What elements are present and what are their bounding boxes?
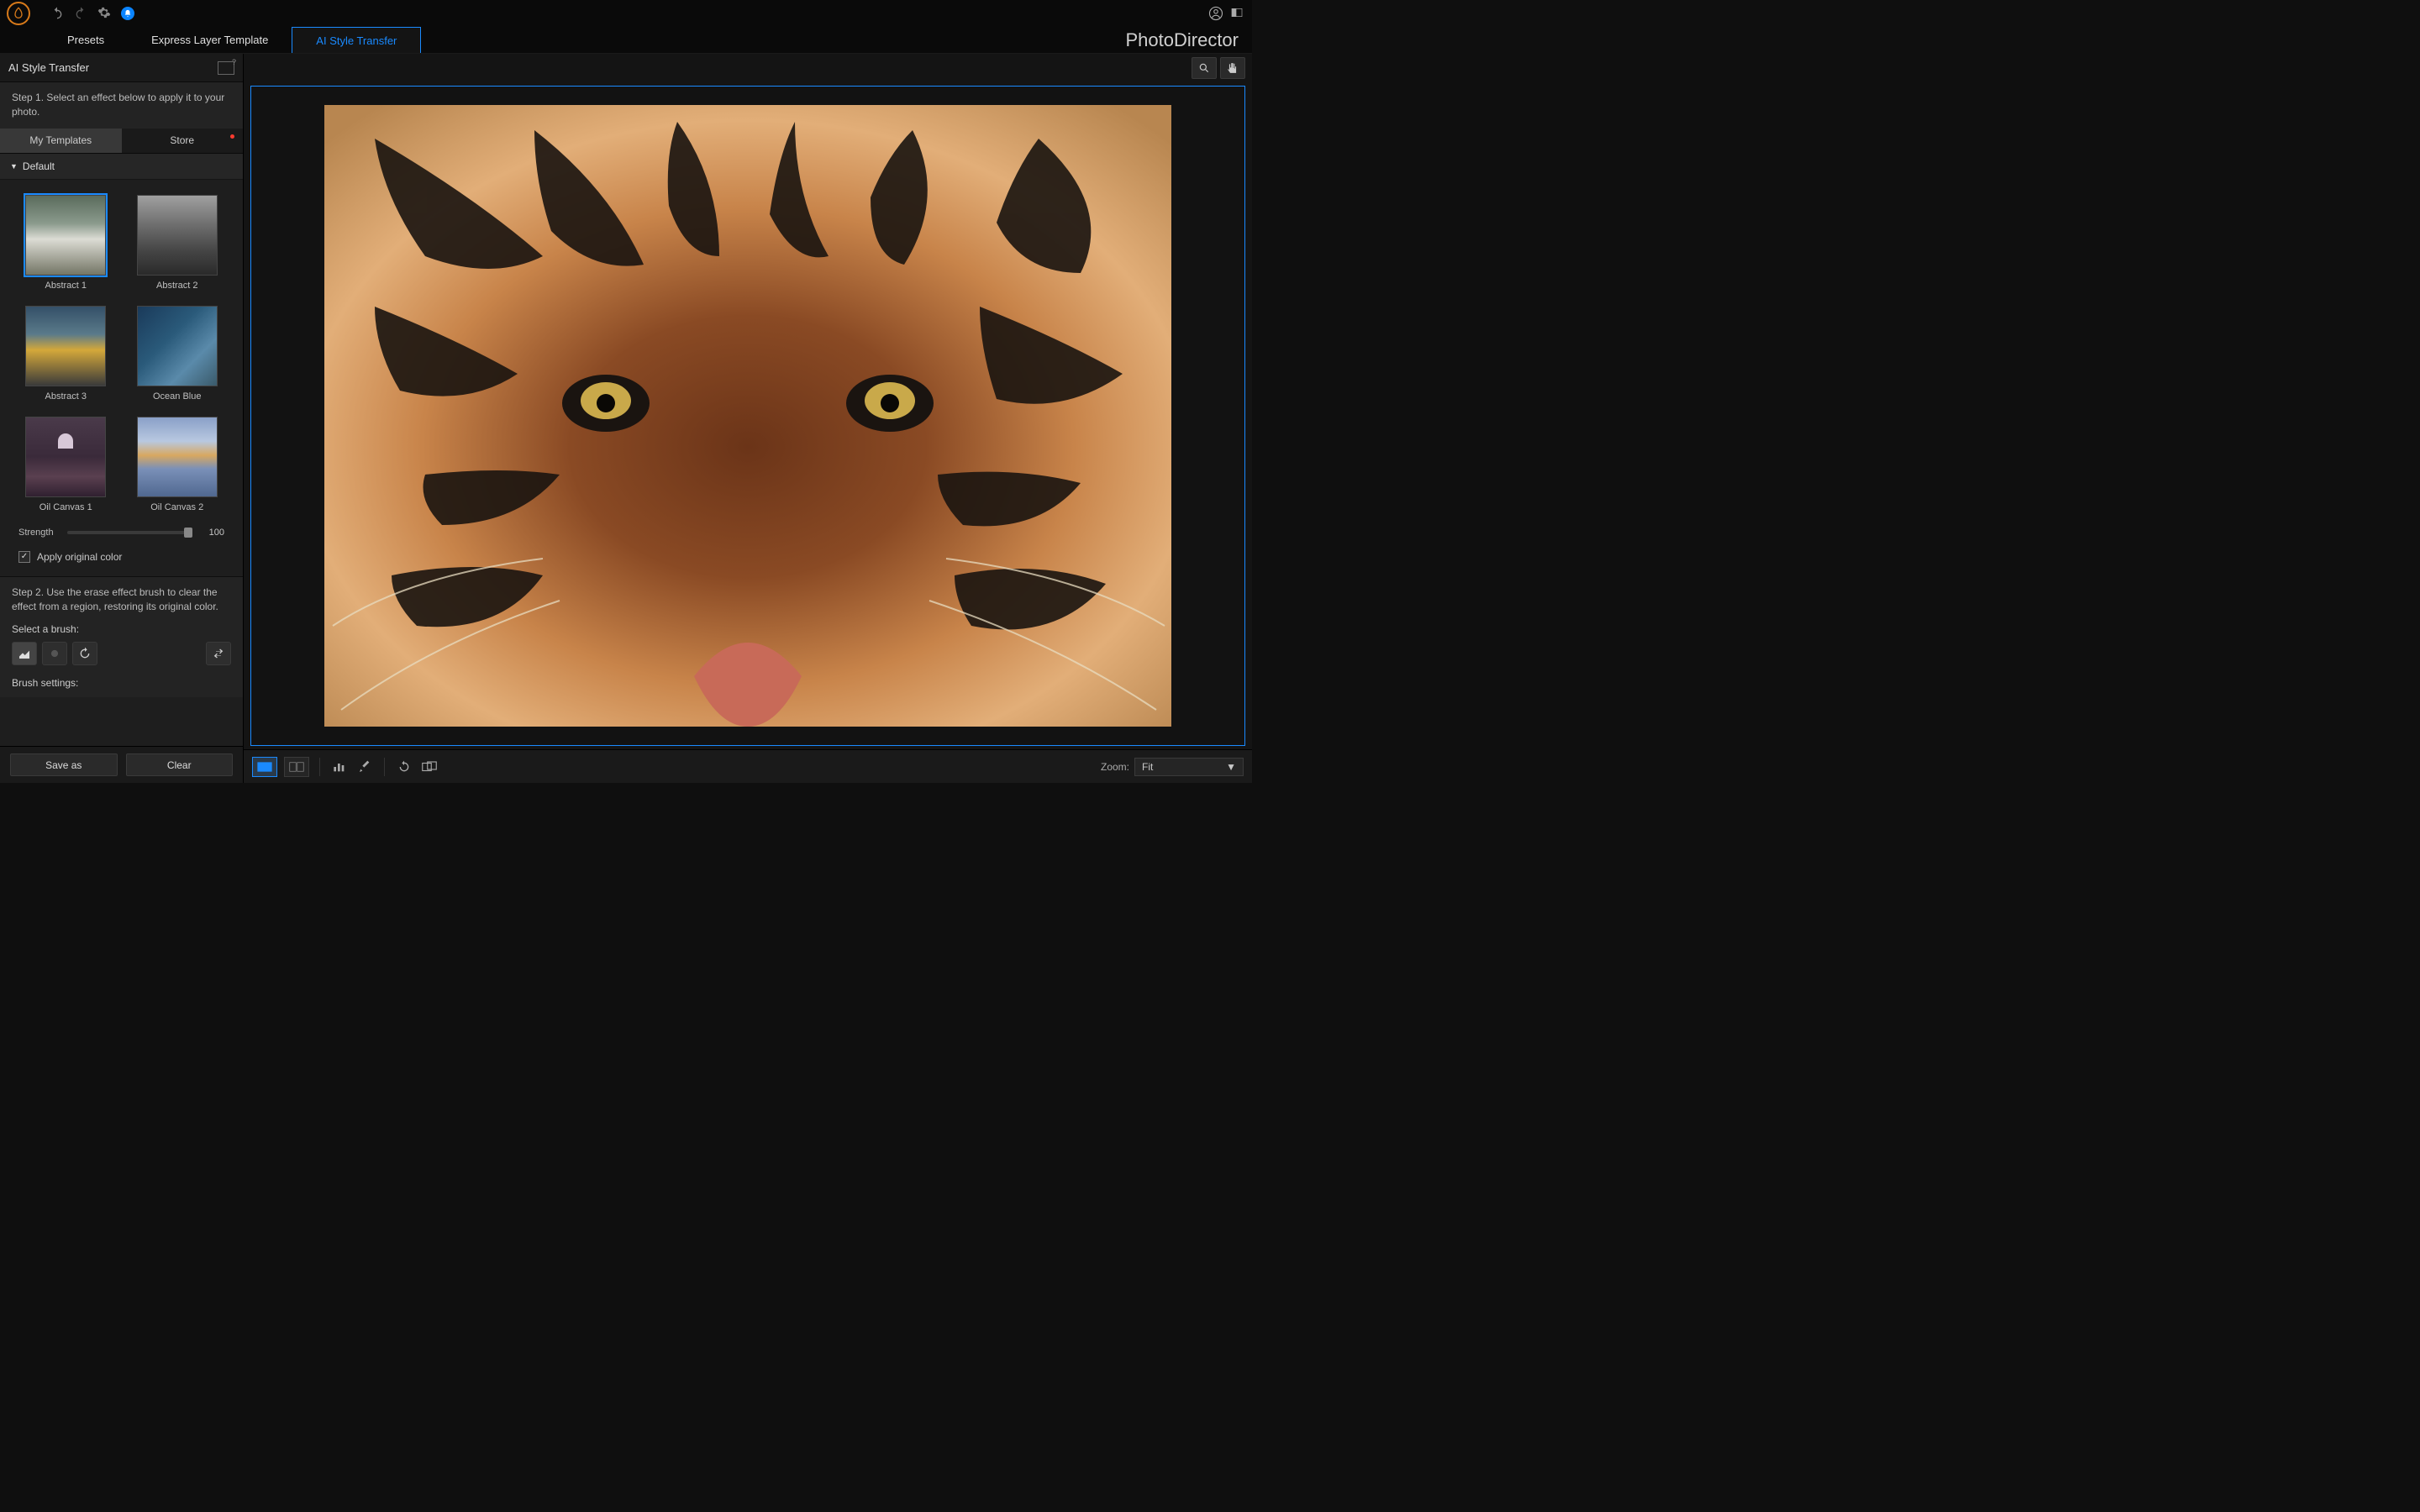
sidebar-title: AI Style Transfer [8,61,89,74]
template-label: Oil Canvas 2 [150,502,203,512]
view-split-icon[interactable] [284,757,309,777]
zoom-tool-icon[interactable] [1192,57,1217,79]
template-label: Oil Canvas 1 [39,502,92,512]
group-label: Default [23,160,55,172]
template-label: Abstract 1 [45,281,87,291]
template-abstract-2[interactable]: Abstract 2 [130,195,225,291]
clear-button[interactable]: Clear [126,753,234,776]
save-as-button[interactable]: Save as [10,753,118,776]
template-abstract-3[interactable]: Abstract 3 [18,306,113,402]
strength-value: 100 [201,528,224,538]
undo-icon[interactable] [50,6,66,21]
sidebar: AI Style Transfer Step 1. Select an effe… [0,54,244,783]
canvas-area: Zoom: Fit ▼ [244,54,1252,783]
template-ocean-blue[interactable]: Ocean Blue [130,306,225,402]
strength-slider[interactable] [67,531,192,534]
app-logo [7,2,30,25]
brush-swap-icon[interactable] [206,642,231,665]
template-oil-canvas-2[interactable]: Oil Canvas 2 [130,417,225,512]
group-default[interactable]: ▼ Default [0,154,243,180]
subtab-store[interactable]: Store [122,129,244,154]
subtab-my-templates[interactable]: My Templates [0,129,122,154]
step1-text: Step 1. Select an effect below to apply … [0,82,243,129]
compare-icon[interactable] [420,758,439,776]
view-single-icon[interactable] [252,757,277,777]
chevron-down-icon: ▼ [1226,761,1236,773]
popout-icon[interactable] [218,61,234,75]
main-tabs: Presets Express Layer Template AI Style … [0,27,1252,54]
strength-label: Strength [18,528,59,538]
template-thumb [25,306,106,386]
slider-thumb[interactable] [184,528,192,538]
tab-express-layer-template[interactable]: Express Layer Template [128,27,292,53]
template-label: Ocean Blue [153,391,201,402]
rotate-icon[interactable] [395,758,413,776]
template-thumb [25,417,106,497]
checkbox-icon [18,551,30,563]
pan-tool-icon[interactable] [1220,57,1245,79]
fullscreen-icon[interactable] [1230,6,1245,21]
canvas-image [324,105,1171,727]
brush-restore-icon[interactable] [72,642,97,665]
template-thumb [137,195,218,276]
chevron-down-icon: ▼ [10,162,18,171]
redo-icon[interactable] [74,6,89,21]
template-abstract-1[interactable]: Abstract 1 [18,195,113,291]
histogram-icon[interactable] [330,758,349,776]
step2-text: Step 2. Use the erase effect brush to cl… [12,585,231,615]
tab-ai-style-transfer[interactable]: AI Style Transfer [292,27,421,53]
tab-presets[interactable]: Presets [44,27,128,53]
brush-settings-label: Brush settings: [12,677,231,689]
template-thumb [25,195,106,276]
image-viewport[interactable] [250,86,1245,746]
template-thumb [137,417,218,497]
sidebar-header: AI Style Transfer [0,54,243,82]
title-bar [0,0,1252,27]
brush-erase-icon[interactable] [42,642,67,665]
select-brush-label: Select a brush: [12,623,231,635]
zoom-label: Zoom: [1101,761,1129,773]
store-badge [230,134,234,139]
account-icon[interactable] [1208,6,1223,21]
notification-icon[interactable] [121,7,134,20]
brush-effect-icon[interactable] [12,642,37,665]
brand-label: PhotoDirector [1125,27,1239,53]
template-oil-canvas-1[interactable]: Oil Canvas 1 [18,417,113,512]
apply-original-color-checkbox[interactable]: Apply original color [0,543,243,576]
brush-icon[interactable] [355,758,374,776]
checkbox-label: Apply original color [37,551,122,563]
template-thumb [137,306,218,386]
template-label: Abstract 3 [45,391,87,402]
zoom-select[interactable]: Fit ▼ [1134,758,1244,776]
gear-icon[interactable] [97,6,113,21]
zoom-value: Fit [1142,761,1153,773]
template-label: Abstract 2 [156,281,198,291]
